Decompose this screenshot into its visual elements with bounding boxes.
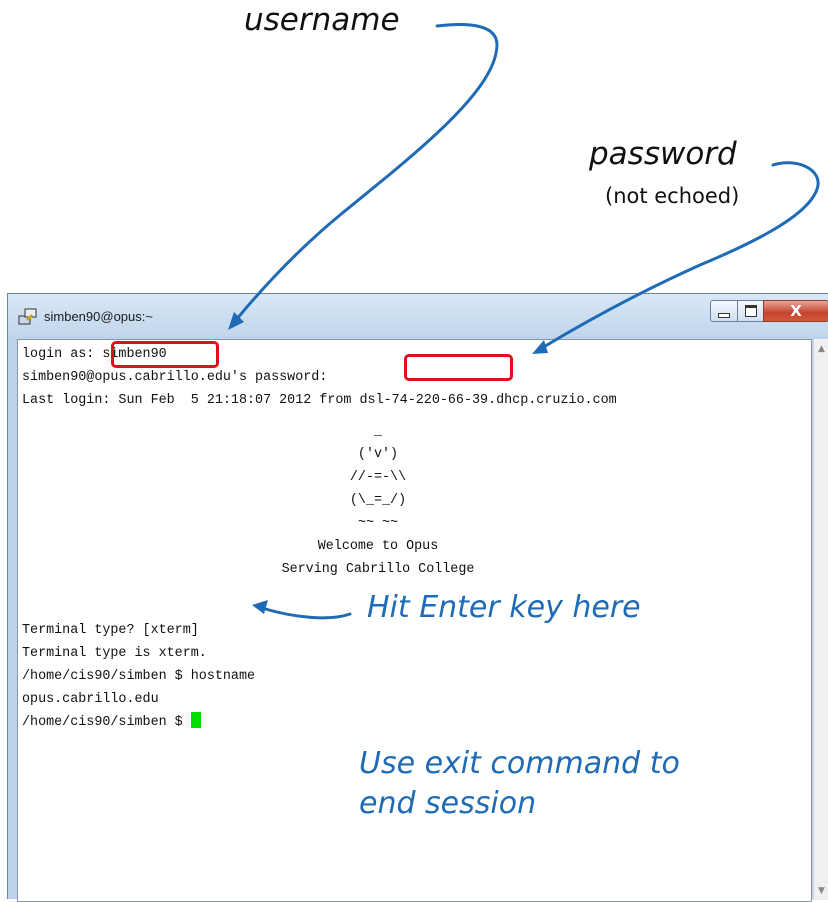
hit-enter-arrowhead	[252, 600, 268, 614]
annotation-arrows	[228, 22, 820, 620]
password-arrow	[540, 161, 820, 350]
hit-enter-arrow	[260, 606, 352, 620]
username-arrow	[234, 22, 499, 322]
password-arrowhead	[532, 340, 548, 354]
